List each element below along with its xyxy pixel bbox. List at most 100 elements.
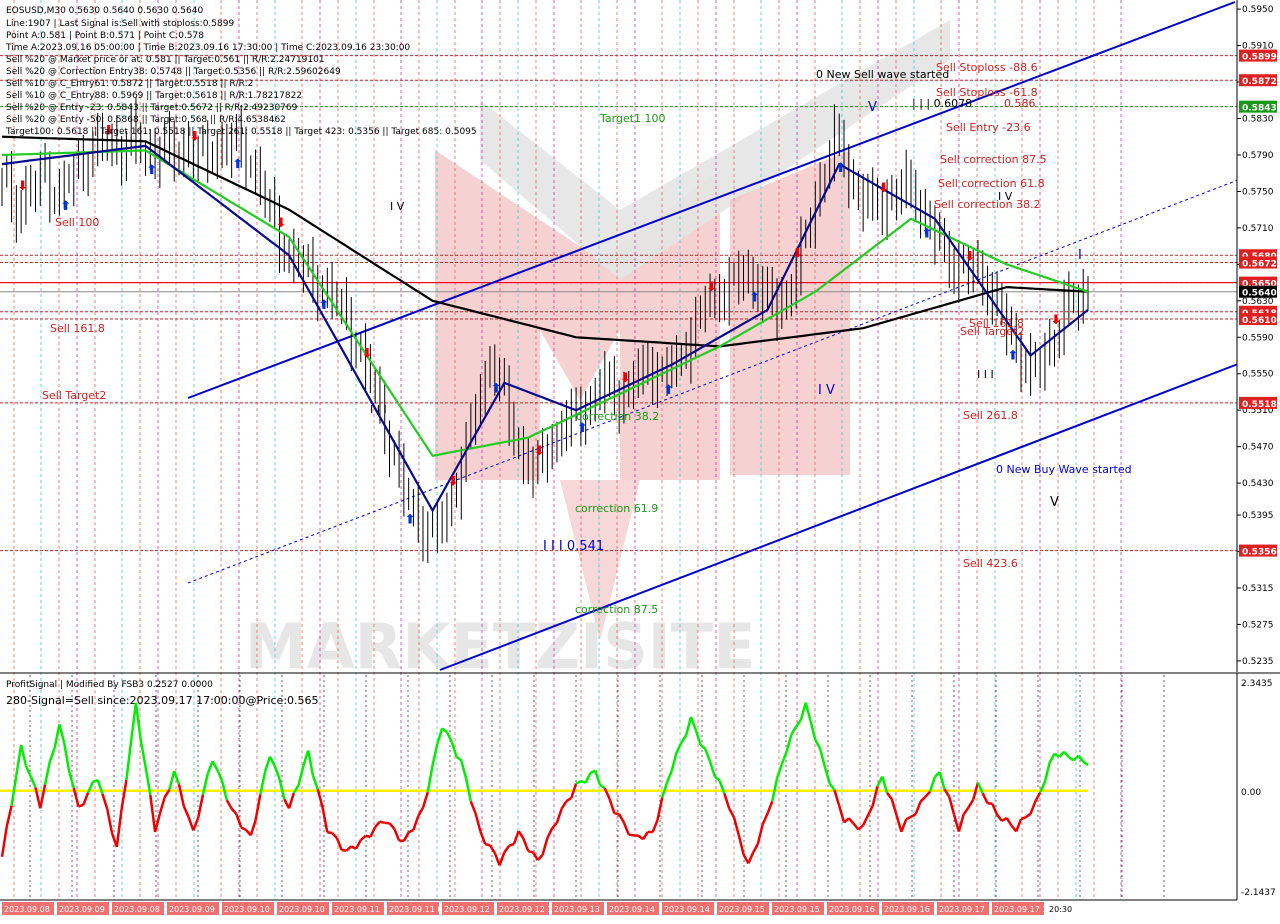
osc-segment	[342, 850, 347, 851]
label-wave-iv-left: I V	[390, 200, 405, 213]
price-tick-label: 0.5235	[1242, 657, 1274, 667]
label-wave-iii-left: I I I	[370, 403, 387, 416]
price-tick-label: 0.5430	[1242, 479, 1274, 489]
sell-arrow-icon: ⬇	[620, 371, 631, 386]
buy-arrow-icon: ⬆	[319, 298, 330, 313]
symbol-line: EOSUSD,M30 0.5630 0.5640 0.5630 0.5640	[6, 6, 203, 16]
price-badge-label: 0.5640	[1242, 289, 1277, 299]
time-label: 2023.09.08	[114, 905, 160, 914]
time-label: 2023.09.15	[719, 905, 765, 914]
label-sell-2618: Sell 261.8	[963, 409, 1018, 422]
time-axis: 2023.09.08 2023.09.09 2023.09.08 2023.09.09…	[0, 900, 1280, 920]
price-badge-label: 0.5610	[1242, 316, 1277, 326]
sell-arrow-icon: ⬇	[792, 246, 803, 261]
label-sell-100-left: Sell 100	[55, 216, 99, 229]
sell-arrow-icon: ⬇	[275, 216, 286, 231]
sell-arrow-icon: ⬇	[534, 444, 545, 459]
label-sell-correction-618: Sell correction 61.8	[938, 177, 1045, 190]
osc-segment	[629, 835, 634, 836]
time-label: 2023.09.09	[59, 905, 105, 914]
buy-arrow-icon: ⬆	[921, 227, 932, 242]
label-correction-619: correction 61.9	[575, 502, 658, 515]
info-line-5: Sell %20 @ Correction Entry38: 0.5748 ||…	[6, 67, 341, 77]
chart-root: MARKETZISITE ⬇⬆⬇⬆⬇⬆⬇⬆⬇⬆⬇⬆⬇⬆⬇⬆⬇⬆⬇⬆⬇⬆⬇⬆⬇ E…	[0, 0, 1280, 920]
time-label: 2023.09.14	[609, 905, 655, 914]
time-label: 2023.09.15	[774, 905, 820, 914]
price-tick-label: 0.5830	[1242, 115, 1274, 125]
time-label: 2023.09.12	[444, 905, 490, 914]
label-sell-correction-875: Sell correction 87.5	[940, 153, 1047, 166]
buy-arrow-icon: ⬆	[146, 163, 157, 178]
osc-segment	[79, 805, 84, 807]
label-wave-iv-mid: I V	[818, 383, 835, 398]
buy-arrow-icon: ⬆	[232, 157, 243, 172]
time-label: 2023.09.09	[169, 905, 215, 914]
osc-tick-zero: 0.00	[1241, 788, 1261, 798]
price-tick-label: 0.5790	[1242, 151, 1274, 161]
chart-svg: MARKETZISITE ⬇⬆⬇⬆⬇⬆⬇⬆⬇⬆⬇⬆⬇⬆⬇⬆⬇⬆⬇⬆⬇⬆⬇⬆⬇ E…	[0, 0, 1280, 920]
osc-segment	[327, 832, 332, 833]
label-sell-target2-left: Sell Target2	[42, 389, 106, 402]
buy-arrow-icon: ⬆	[405, 512, 416, 527]
buy-arrow-icon: ⬆	[491, 382, 502, 397]
time-label: 2023.09.08	[4, 905, 50, 914]
time-label: 2023.09.17	[939, 905, 985, 914]
buy-arrow-icon: ⬆	[577, 421, 588, 436]
osc-segment	[509, 844, 514, 846]
price-badge-label: 0.5899	[1242, 53, 1277, 63]
time-label: 20:30	[1049, 905, 1072, 914]
buy-arrow-icon: ⬆	[835, 161, 846, 176]
price-tick-label: 0.5950	[1242, 5, 1274, 15]
info-line-2: Point A:0.581 | Point B:0.571 | Point C:…	[6, 31, 204, 41]
label-0586: 0.586	[1004, 97, 1036, 110]
label-correction-875: correction 87.5	[575, 603, 658, 616]
osc-segment	[988, 803, 993, 804]
osc-tick-top: 2.3435	[1241, 679, 1273, 689]
time-label: 2023.09.14	[664, 905, 710, 914]
info-line-6: Sell %10 @ C_Entry61: 0.5872 || Target:0…	[6, 79, 253, 89]
sell-arrow-icon: ⬇	[362, 347, 373, 362]
osc-signal-line: 280-Signal=Sell since:2023.09.17 17:00:0…	[6, 694, 319, 707]
price-axis: 0.59500.59100.58700.58300.57900.57500.57…	[1237, 0, 1280, 672]
osc-segment	[614, 813, 619, 814]
sell-arrow-icon: ⬇	[17, 179, 28, 194]
label-wave-v-top: V	[868, 100, 877, 115]
info-line-1: Line:1907 | Last Signal is:Sell with sto…	[6, 19, 234, 29]
label-sell-4236: Sell 423.6	[963, 557, 1018, 570]
price-tick-label: 0.5590	[1242, 333, 1274, 343]
label-sell-1618-left: Sell 161.8	[50, 322, 105, 335]
label-wave-v-bottom: V	[1050, 495, 1059, 510]
price-tick-label: 0.5710	[1242, 224, 1274, 234]
info-line-10: Target100: 0.5618 || Target 161: 0.5518 …	[5, 127, 477, 137]
time-label: 2023.09.16	[884, 905, 930, 914]
sell-arrow-icon: ⬇	[964, 249, 975, 264]
label-sell-entry: Sell Entry -23.6	[946, 121, 1031, 134]
label-sell-stoploss-886: Sell Stoploss -88.6	[936, 61, 1038, 74]
buy-arrow-icon: ⬆	[60, 199, 71, 214]
info-line-8: Sell %20 @ Entry -23: 0.5843 || Target:0…	[6, 103, 298, 113]
price-tick-label: 0.5470	[1242, 443, 1274, 453]
sell-arrow-icon: ⬇	[878, 181, 889, 196]
sell-arrow-icon: ⬇	[1051, 313, 1062, 328]
label-sell-correction-382: Sell correction 38.2	[934, 198, 1041, 211]
buy-arrow-icon: ⬆	[749, 291, 760, 306]
price-tick-label: 0.5395	[1242, 511, 1274, 521]
info-line-3: Time A:2023.09.16 05:00:00 | Time B:2023…	[5, 43, 410, 53]
label-wave-0541: I I I 0.541	[543, 539, 604, 554]
label-new-sell-wave: 0 New Sell wave started	[816, 68, 949, 81]
label-wave-iii-right: I I I	[977, 368, 994, 381]
osc-tick-bottom: -2.1437	[1241, 888, 1276, 898]
price-badge-label: 0.5672	[1242, 260, 1277, 270]
label-sell-target2-right: Sell Target2	[960, 325, 1024, 338]
label-wave-i-right: I	[1078, 248, 1082, 263]
label-wave-iv-right: I V	[998, 190, 1013, 203]
info-line-7: Sell %10 @ C_Entry88: 0.5969 || Target:0…	[6, 91, 302, 101]
label-new-buy-wave: 0 New Buy Wave started	[996, 463, 1132, 476]
time-label: 2023.09.11	[334, 905, 380, 914]
info-line-9: Sell %20 @ Entry -50: 0.5868 || Target:0…	[6, 115, 286, 125]
info-line-4: Sell %20 @ Market price or at: 0.581 || …	[6, 55, 325, 65]
osc-segment	[1021, 817, 1026, 819]
price-badge-label: 0.5872	[1242, 77, 1277, 87]
sell-arrow-icon: ⬇	[448, 474, 459, 489]
price-badge-label: 0.5518	[1242, 400, 1277, 410]
